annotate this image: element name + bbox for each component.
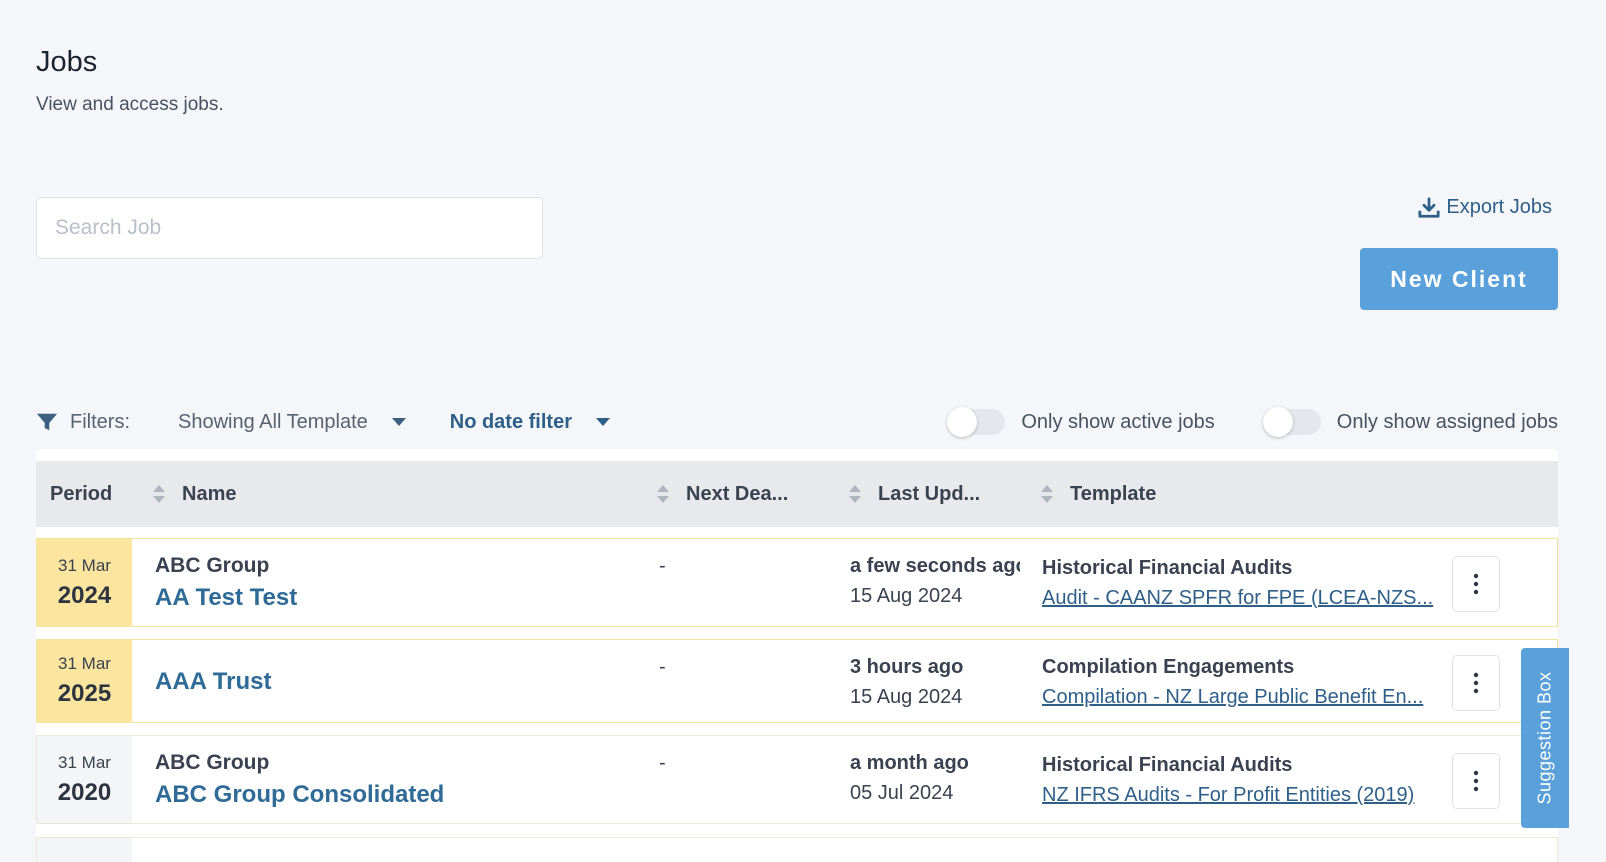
active-jobs-toggle[interactable]: Only show active jobs <box>947 407 1215 437</box>
table-header: Period Name Next Dea... Last Upd... Temp… <box>36 461 1558 527</box>
filter-icon <box>36 413 58 431</box>
page-subtitle: View and access jobs. <box>36 94 224 115</box>
period-day: 31 Mar <box>58 555 111 575</box>
template-filter-dropdown[interactable]: Showing All Template <box>178 411 406 434</box>
template-category: Compilation Engagements <box>1042 656 1295 678</box>
suggestion-box-label: Suggestion Box <box>1534 671 1555 805</box>
template-category: Historical Financial Audits <box>1042 557 1293 579</box>
assigned-jobs-label: Only show assigned jobs <box>1336 410 1558 433</box>
column-header-last-updated[interactable]: Last Upd... <box>848 461 980 527</box>
column-header-period[interactable]: Period <box>50 461 112 527</box>
sort-icon <box>1041 485 1053 503</box>
sort-icon <box>153 485 165 503</box>
job-name-link[interactable]: AAA Trust <box>155 668 271 696</box>
assigned-jobs-switch[interactable] <box>1262 407 1321 437</box>
row-menu-button[interactable] <box>1452 655 1500 711</box>
column-header-next-deadline[interactable]: Next Dea... <box>656 461 788 527</box>
export-jobs-link[interactable]: Export Jobs <box>1418 196 1552 219</box>
column-header-template[interactable]: Template <box>1040 461 1156 527</box>
column-label-next-deadline: Next Dea... <box>686 482 789 505</box>
column-label-template: Template <box>1070 482 1157 505</box>
chevron-down-icon <box>391 418 406 426</box>
period-year: 2020 <box>57 778 112 806</box>
download-icon <box>1418 196 1440 218</box>
column-header-name[interactable]: Name <box>152 461 236 527</box>
column-label-name: Name <box>182 482 237 505</box>
period-cell: 31 Mar 2025 <box>37 640 132 722</box>
period-day: 31 Mar <box>58 752 111 772</box>
next-deadline: - <box>659 656 666 678</box>
jobs-table: Period Name Next Dea... Last Upd... Temp… <box>36 449 1558 862</box>
sort-icon <box>849 485 861 503</box>
row-menu-button[interactable] <box>1452 753 1500 809</box>
last-updated-relative: a few seconds ago <box>850 555 1020 577</box>
table-row[interactable]: 31 Mar 2024 ABC Group AA Test Test - a f… <box>36 538 1558 627</box>
filters-label: Filters: <box>70 410 130 433</box>
new-client-button[interactable]: New Client <box>1360 248 1558 310</box>
template-link[interactable]: Audit - CAANZ SPFR for FPE (LCEA-NZS... <box>1042 587 1447 610</box>
chevron-down-icon <box>596 418 610 426</box>
last-updated-relative: 3 hours ago <box>850 656 964 678</box>
date-filter-value: No date filter <box>449 410 572 433</box>
page-title: Jobs <box>36 46 98 78</box>
job-name-link[interactable]: ABC Group Consolidated <box>155 781 444 809</box>
job-name-link[interactable]: AA Test Test <box>155 584 297 612</box>
kebab-icon <box>1473 770 1479 792</box>
template-link[interactable]: Compilation - NZ Large Public Benefit En… <box>1042 686 1447 709</box>
table-row[interactable]: 31 Mar 2020 ABC Group ABC Group Consolid… <box>36 735 1558 824</box>
suggestion-box-tab[interactable]: Suggestion Box <box>1521 648 1569 828</box>
search-input[interactable] <box>36 197 543 259</box>
sort-icon <box>657 485 669 503</box>
template-category: Historical Financial Audits <box>1042 754 1293 776</box>
export-jobs-label: Export Jobs <box>1446 196 1552 218</box>
date-filter-dropdown[interactable]: No date filter <box>450 411 610 434</box>
period-cell: 31 Mar 2024 <box>37 539 132 626</box>
next-deadline: - <box>659 555 666 577</box>
column-label-period: Period <box>50 482 113 505</box>
table-row[interactable]: 31 Mar 2025 AAA Trust - 3 hours ago 15 A… <box>36 639 1558 723</box>
last-updated-date: 05 Jul 2024 <box>850 782 954 804</box>
period-cell <box>37 838 132 862</box>
period-day: 31 Mar <box>58 654 111 673</box>
period-year: 2025 <box>57 680 112 707</box>
row-menu-button[interactable] <box>1452 556 1500 612</box>
active-jobs-label: Only show active jobs <box>1021 410 1215 433</box>
next-deadline: - <box>659 752 666 774</box>
client-name: ABC Group <box>155 751 270 774</box>
last-updated-relative: a month ago <box>850 752 969 774</box>
active-jobs-switch[interactable] <box>947 407 1006 437</box>
column-label-last-updated: Last Upd... <box>878 482 981 505</box>
filters-bar: Filters: Showing All Template No date fi… <box>36 404 1558 440</box>
client-name: ABC Group <box>155 554 270 577</box>
template-link[interactable]: NZ IFRS Audits - For Profit Entities (20… <box>1042 784 1447 807</box>
last-updated-date: 15 Aug 2024 <box>850 585 963 607</box>
last-updated-date: 15 Aug 2024 <box>850 686 963 708</box>
kebab-icon <box>1473 573 1479 595</box>
period-year: 2024 <box>57 581 112 609</box>
table-row[interactable] <box>36 837 1558 862</box>
period-cell: 31 Mar 2020 <box>37 736 132 823</box>
assigned-jobs-toggle[interactable]: Only show assigned jobs <box>1262 407 1558 437</box>
template-filter-value: Showing All Template <box>178 410 368 433</box>
kebab-icon <box>1473 672 1479 694</box>
